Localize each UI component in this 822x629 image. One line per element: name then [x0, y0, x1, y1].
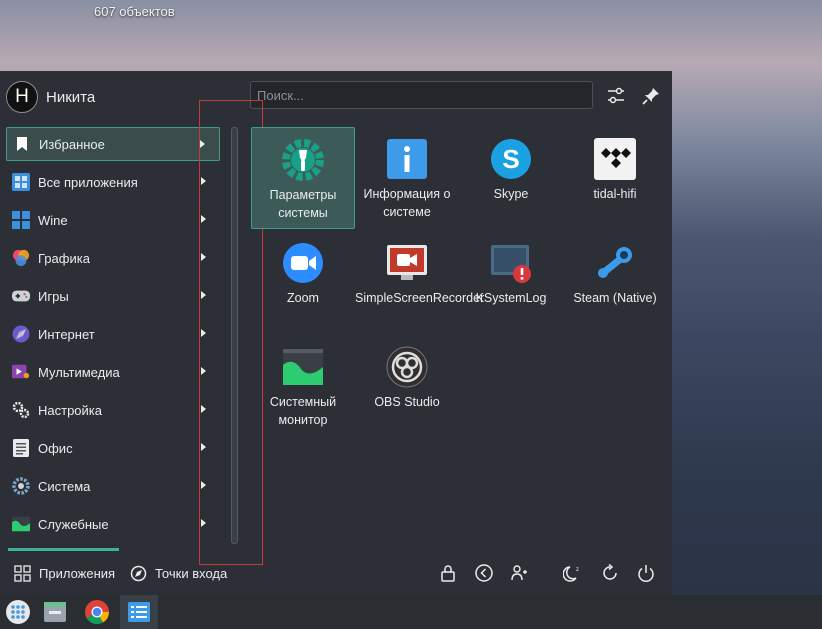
category-list: Избранное Все приложения Wine Графика Иг…: [6, 127, 220, 545]
skype-icon: S: [489, 137, 533, 181]
category-system[interactable]: Система: [6, 469, 220, 503]
svg-text:z: z: [576, 567, 579, 573]
sleep-icon[interactable]: z: [563, 563, 583, 583]
app-label: tidal-hifi: [593, 187, 637, 201]
system-monitor-icon: [281, 345, 325, 389]
info-icon: [385, 137, 429, 181]
office-icon: [12, 439, 30, 457]
category-utilities[interactable]: Служебные: [6, 507, 220, 541]
lock-icon[interactable]: [438, 563, 458, 583]
steam-icon: [593, 241, 637, 285]
app-label: Системный монитор: [269, 395, 337, 427]
category-label: Все приложения: [38, 174, 138, 190]
app-steam[interactable]: Steam (Native): [563, 231, 667, 333]
category-label: Система: [38, 478, 91, 494]
task-manager-icon[interactable]: [126, 599, 152, 625]
application-menu: Н Никита Избранное Все приложения: [0, 71, 672, 595]
tab-applications[interactable]: Приложения: [14, 565, 115, 582]
switch-user-icon[interactable]: [510, 563, 530, 583]
grid-apps-icon: [12, 173, 30, 191]
avatar[interactable]: Н: [6, 81, 38, 113]
app-skype[interactable]: S Skype: [459, 127, 563, 229]
search-input[interactable]: [251, 82, 592, 108]
app-label: KSystemLog: [475, 291, 547, 305]
app-launcher-icon[interactable]: [5, 599, 31, 625]
category-office[interactable]: Офис: [6, 431, 220, 465]
compass-icon: [130, 565, 147, 582]
active-tab-indicator: [8, 548, 119, 551]
app-system-monitor[interactable]: Системный монитор: [251, 335, 355, 437]
category-games[interactable]: Игры: [6, 279, 220, 313]
user-name: Никита: [46, 88, 96, 106]
category-label: Графика: [38, 250, 90, 266]
category-label: Интернет: [38, 326, 95, 342]
category-label: Мультимедиа: [38, 364, 120, 380]
file-manager-icon[interactable]: [42, 599, 68, 625]
app-system-settings[interactable]: Параметры системы: [251, 127, 355, 229]
app-tidal-hifi[interactable]: tidal-hifi: [563, 127, 667, 229]
system-settings-icon: [281, 138, 325, 182]
pin-icon[interactable]: [640, 85, 662, 107]
app-label: OBS Studio: [374, 395, 440, 409]
category-label: Избранное: [39, 136, 105, 152]
category-wine[interactable]: Wine: [6, 203, 220, 237]
ksystemlog-icon: [489, 241, 533, 285]
search-box[interactable]: [250, 81, 593, 109]
user-info: Н Никита: [6, 81, 95, 113]
app-ksystemlog[interactable]: KSystemLog: [459, 231, 563, 333]
app-system-info[interactable]: Информация о системе: [355, 127, 459, 229]
tab-places[interactable]: Точки входа: [130, 565, 227, 582]
app-label: Skype: [493, 187, 529, 201]
graphics-icon: [12, 249, 30, 267]
category-favorites[interactable]: Избранное: [6, 127, 220, 161]
screen-recorder-icon: [385, 241, 429, 285]
app-label: SimpleScreenRecorder: [355, 291, 485, 305]
chrome-icon[interactable]: [84, 599, 110, 625]
app-label: Steam (Native): [573, 291, 657, 305]
restart-icon[interactable]: [600, 563, 620, 583]
category-graphics[interactable]: Графика: [6, 241, 220, 275]
internet-icon: [12, 325, 30, 343]
gamepad-icon: [12, 287, 30, 305]
settings-gears-icon: [12, 401, 30, 419]
category-internet[interactable]: Интернет: [6, 317, 220, 351]
bottom-bar: Приложения Точки входа z: [0, 559, 672, 587]
logout-back-icon[interactable]: [474, 563, 494, 583]
category-label: Офис: [38, 440, 73, 456]
configure-sliders-icon[interactable]: [605, 85, 627, 107]
category-label: Служебные: [38, 516, 109, 532]
system-gear-icon: [12, 477, 30, 495]
category-label: Wine: [38, 212, 68, 228]
category-label: Игры: [38, 288, 69, 304]
app-label: Zoom: [287, 291, 319, 305]
multimedia-icon: [12, 363, 30, 381]
obs-icon: [385, 345, 429, 389]
wine-icon: [12, 211, 30, 229]
category-all-apps[interactable]: Все приложения: [6, 165, 220, 199]
category-multimedia[interactable]: Мультимедиа: [6, 355, 220, 389]
power-icon[interactable]: [636, 563, 656, 583]
app-obs-studio[interactable]: OBS Studio: [355, 335, 459, 437]
bookmark-icon: [13, 135, 31, 153]
svg-text:S: S: [502, 144, 519, 174]
zoom-icon: [281, 241, 325, 285]
taskbar: [0, 595, 822, 629]
tidal-icon: [593, 137, 637, 181]
category-settings[interactable]: Настройка: [6, 393, 220, 427]
tab-label: Точки входа: [155, 566, 228, 581]
tab-label: Приложения: [39, 566, 116, 581]
app-label: Параметры системы: [269, 188, 337, 220]
app-label: Информация о системе: [363, 187, 451, 219]
utilities-icon: [12, 515, 30, 533]
category-label: Настройка: [38, 402, 102, 418]
app-zoom[interactable]: Zoom: [251, 231, 355, 333]
desktop-caption: 607 объектов: [94, 4, 175, 19]
app-simplescreenrecorder[interactable]: SimpleScreenRecorder: [355, 231, 485, 333]
grid-icon: [14, 565, 31, 582]
